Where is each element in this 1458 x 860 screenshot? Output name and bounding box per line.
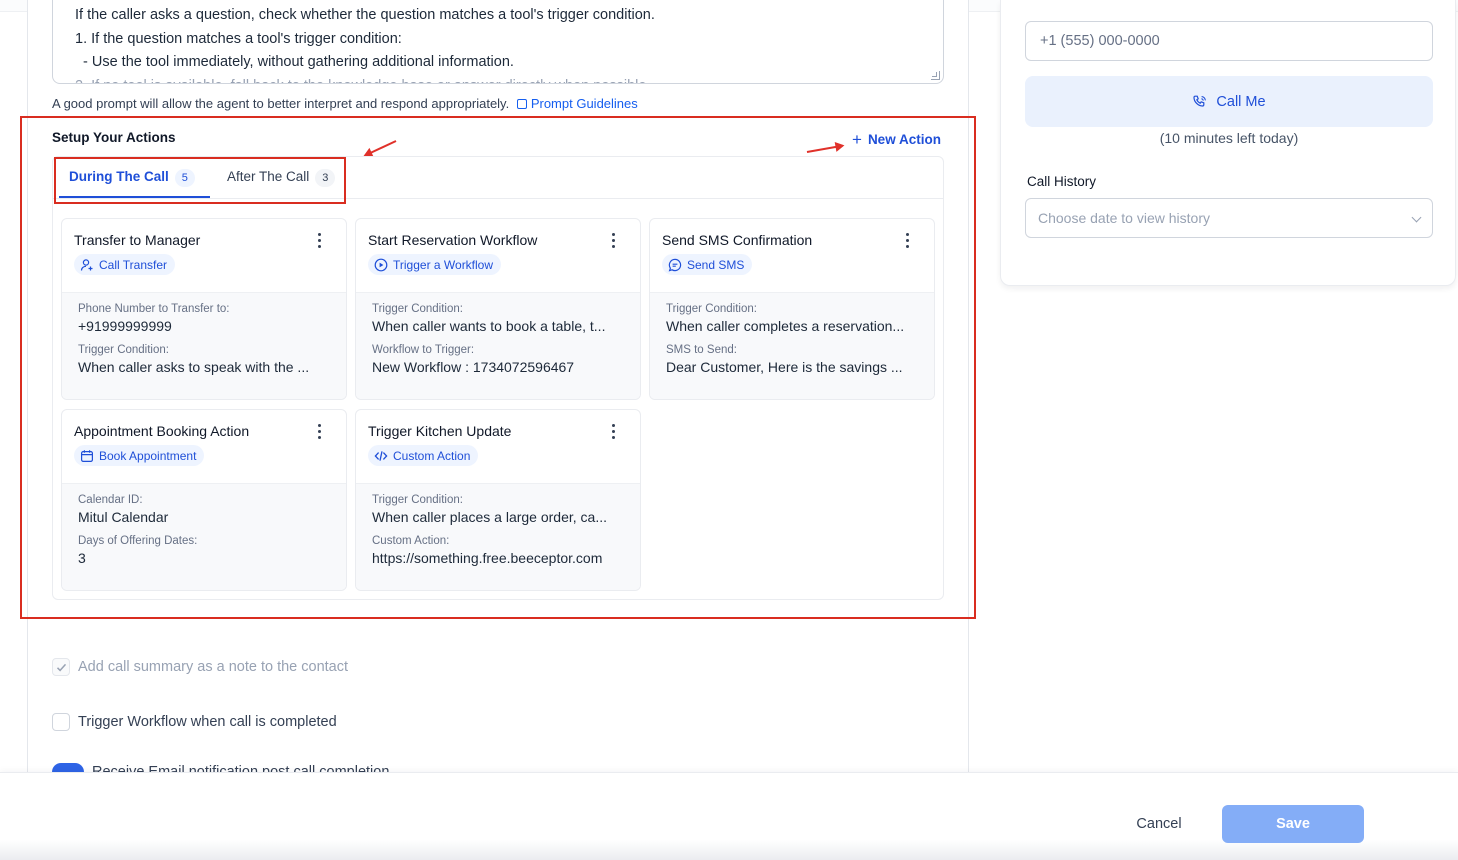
call-history-placeholder: Choose date to view history: [1038, 210, 1210, 226]
field-label: Custom Action:: [372, 535, 450, 547]
new-action-label: New Action: [867, 132, 941, 147]
action-card-trigger-kitchen-update[interactable]: Trigger Kitchen Update Custom Action Tri…: [355, 409, 641, 591]
cancel-button[interactable]: Cancel: [1118, 805, 1200, 843]
field-value: Mitul Calendar: [78, 509, 169, 525]
trigger-workflow-option: Trigger Workflow when call is completed: [52, 713, 337, 731]
prompt-line: 2. If no tool is available, fall back to…: [75, 75, 943, 84]
call-summary-option: Add call summary as a note to the contac…: [52, 658, 348, 676]
call-summary-label: Add call summary as a note to the contac…: [78, 659, 348, 675]
field-value: +91999999999: [78, 318, 172, 334]
action-card-title: Transfer to Manager: [74, 232, 201, 248]
field-value: When caller asks to speak with the ...: [78, 359, 310, 375]
action-card-title: Send SMS Confirmation: [662, 232, 813, 248]
calendar-icon: [81, 449, 94, 462]
action-type-tag: Custom Action: [368, 445, 479, 466]
plus-icon: +: [852, 130, 862, 149]
field-label: Trigger Condition:: [666, 303, 757, 315]
prompt-guidelines-link[interactable]: Prompt Guidelines: [516, 96, 638, 111]
minutes-left-text: (10 minutes left today): [1159, 130, 1299, 146]
prompt-line: If the caller asks a question, check whe…: [75, 7, 655, 23]
prompt-hint-text: A good prompt will allow the agent to be…: [52, 96, 510, 111]
trigger-workflow-checkbox[interactable]: [52, 713, 70, 731]
action-card-start-reservation-workflow[interactable]: Start Reservation Workflow Trigger a Wor…: [355, 218, 641, 400]
field-label: Phone Number to Transfer to:: [78, 303, 230, 315]
code-icon: [374, 450, 388, 461]
prompt-hint: A good prompt will allow the agent to be…: [52, 96, 638, 111]
more-options-icon[interactable]: [612, 424, 616, 440]
call-me-label: Call Me: [1216, 93, 1266, 110]
action-type-tag: Send SMS: [662, 254, 753, 275]
field-value: New Workflow : 1734072596467: [372, 359, 575, 375]
save-button[interactable]: Save: [1222, 805, 1364, 843]
field-label: Trigger Condition:: [372, 303, 463, 315]
field-label: Calendar ID:: [78, 494, 143, 506]
more-options-icon[interactable]: [612, 233, 616, 249]
check-icon: [56, 663, 66, 671]
action-type-label: Send SMS: [687, 257, 745, 272]
message-icon: [668, 258, 682, 272]
action-card-appointment-booking[interactable]: Appointment Booking Action Book Appointm…: [61, 409, 347, 591]
external-link-icon: [516, 99, 527, 109]
action-type-label: Trigger a Workflow: [393, 257, 494, 272]
field-value: https://something.free.beeceptor.com: [372, 550, 603, 566]
field-label: Trigger Condition:: [78, 344, 169, 356]
more-options-icon[interactable]: [906, 233, 910, 249]
action-type-label: Book Appointment: [99, 448, 197, 463]
prompt-textarea[interactable]: If the caller asks a question, check whe…: [52, 0, 944, 84]
action-card-send-sms-confirmation[interactable]: Send SMS Confirmation Send SMS Trigger C…: [649, 218, 935, 400]
new-action-button[interactable]: + New Action: [852, 129, 941, 149]
action-type-label: Custom Action: [393, 448, 471, 463]
call-me-button[interactable]: Call Me: [1025, 76, 1433, 127]
action-type-tag: Book Appointment: [74, 445, 205, 466]
call-history-date-select[interactable]: Choose date to view history: [1025, 198, 1433, 238]
action-card-title: Appointment Booking Action: [74, 423, 250, 439]
field-label: Workflow to Trigger:: [372, 344, 475, 356]
field-value: 3: [78, 550, 86, 566]
field-value: When caller wants to book a table, t...: [372, 318, 606, 334]
field-label: SMS to Send:: [666, 344, 737, 356]
actions-section-title: Setup Your Actions: [52, 130, 176, 145]
field-label: Days of Offering Dates:: [78, 535, 198, 547]
action-card-title: Trigger Kitchen Update: [368, 423, 512, 439]
annotation-tab-highlight-box: [54, 157, 346, 204]
resize-handle-icon[interactable]: [931, 71, 940, 80]
field-value: When caller completes a reservation...: [666, 318, 905, 334]
action-type-tag: Call Transfer: [74, 254, 176, 275]
call-summary-checkbox[interactable]: [52, 658, 70, 676]
user-plus-icon: [80, 258, 93, 271]
prompt-guidelines-label: Prompt Guidelines: [530, 96, 638, 111]
prompt-line: 1. If the question matches a tool's trig…: [75, 30, 402, 47]
field-value: When caller places a large order, ca...: [372, 509, 608, 525]
call-history-label: Call History: [1027, 174, 1097, 189]
chevron-down-icon: [1411, 212, 1422, 223]
trigger-workflow-label: Trigger Workflow when call is completed: [78, 714, 337, 730]
test-call-card: +1 (555) 000-0000 Call Me (10 minutes le…: [1000, 0, 1456, 286]
more-options-icon[interactable]: [318, 424, 322, 440]
footer-shadow: [0, 840, 1458, 860]
play-circle-icon: [374, 258, 388, 271]
action-card-title: Start Reservation Workflow: [368, 232, 538, 248]
phone-ringing-icon: [1193, 95, 1207, 107]
field-value: Dear Customer, Here is the savings ...: [666, 359, 903, 375]
phone-number-input[interactable]: +1 (555) 000-0000: [1025, 21, 1433, 61]
action-card-transfer-to-manager[interactable]: Transfer to Manager Call Transfer Phone …: [61, 218, 347, 400]
field-label: Trigger Condition:: [372, 494, 463, 506]
action-type-tag: Trigger a Workflow: [368, 254, 502, 275]
more-options-icon[interactable]: [318, 233, 322, 249]
action-type-label: Call Transfer: [99, 257, 168, 272]
prompt-line: - Use the tool immediately, without gath…: [83, 54, 514, 70]
